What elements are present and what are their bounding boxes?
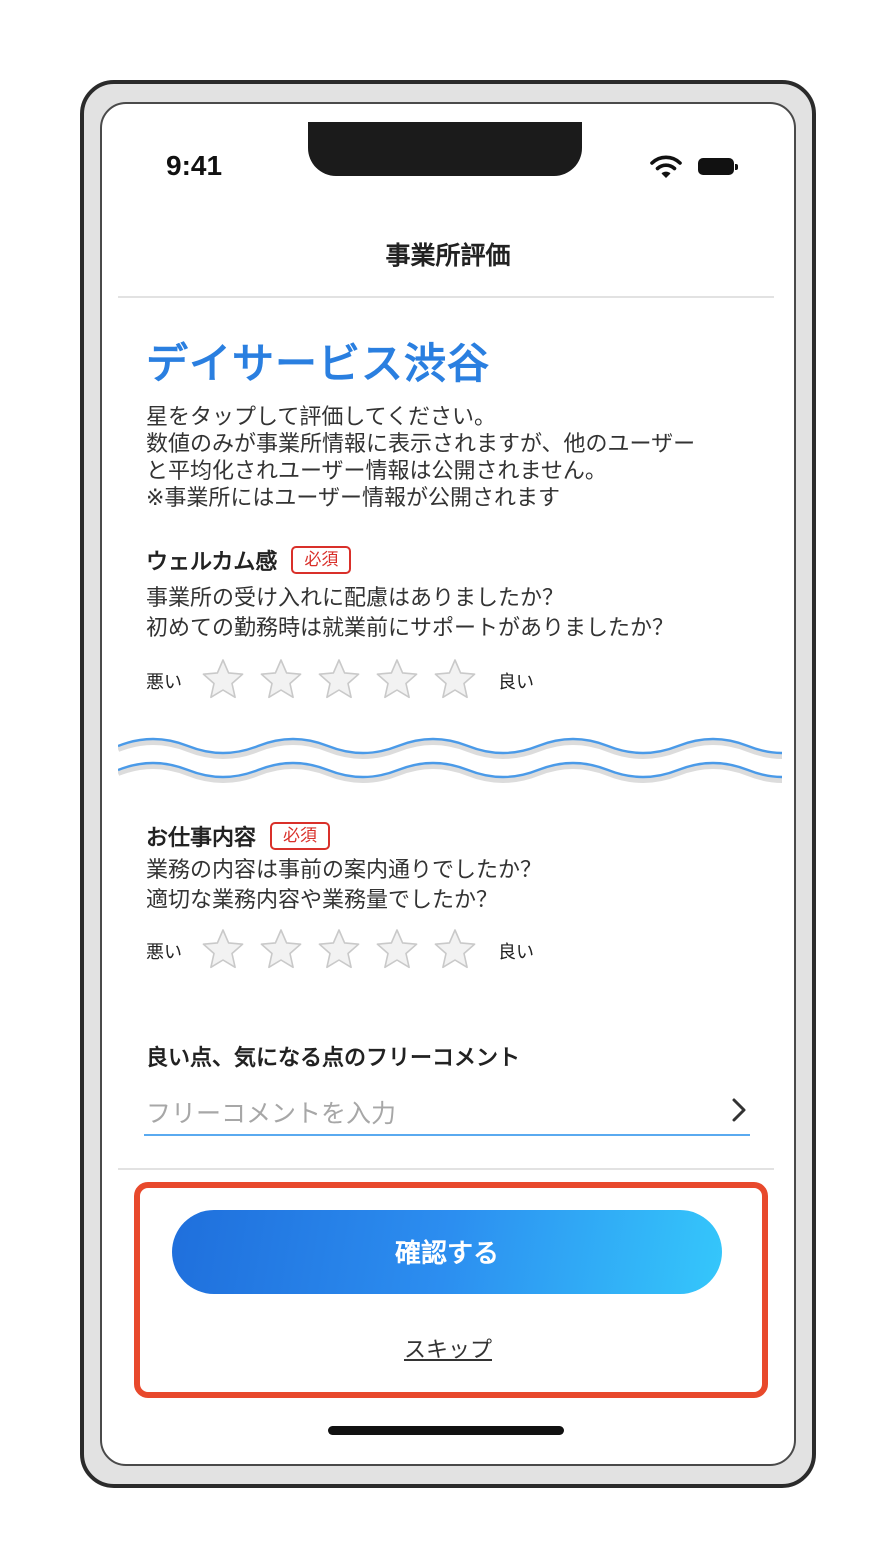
confirm-button[interactable]: 確認する — [172, 1210, 722, 1294]
facility-name: デイサービス渋谷 — [146, 339, 491, 388]
star-icon[interactable] — [432, 926, 478, 972]
star-icon[interactable] — [374, 926, 420, 972]
battery-icon — [698, 158, 738, 175]
chevron-right-icon[interactable] — [728, 1096, 750, 1124]
comment-title: 良い点、気になる点のフリーコメント — [146, 1046, 521, 1071]
star-icon[interactable] — [200, 656, 246, 702]
star-rating-work-content: 悪い 良い — [146, 926, 626, 976]
app-screen: 9:41 事業所評価 デイサービス渋谷 星をタップして評価してください。 数値の… — [100, 102, 796, 1466]
instruction-line: ※事業所にはユーザー情報が公開されます — [146, 486, 560, 511]
star-icon[interactable] — [374, 656, 420, 702]
section-title-label: お仕事内容 — [146, 826, 257, 851]
section-title-work-content: お仕事内容 必須 — [146, 820, 331, 852]
rating-high-label: 良い — [498, 672, 534, 693]
rating-low-label: 悪い — [146, 942, 182, 963]
instructions: 星をタップして評価してください。 数値のみが事業所情報に表示されますが、他のユー… — [146, 404, 756, 512]
star-icon[interactable] — [258, 926, 304, 972]
instruction-line: 星をタップして評価してください。 — [146, 405, 497, 430]
status-time: 9:41 — [166, 150, 223, 181]
star-icon[interactable] — [316, 926, 362, 972]
question-text: 事業所の受け入れに配慮はありましたか？ — [146, 586, 565, 611]
star-icon[interactable] — [316, 656, 362, 702]
section-title-label: ウェルカム感 — [146, 550, 278, 575]
question-text: 初めての勤務時は就業前にサポートがありましたか？ — [146, 616, 675, 641]
device-notch — [308, 122, 582, 176]
header-divider — [118, 296, 774, 298]
required-badge: 必須 — [270, 822, 331, 850]
skip-link-label[interactable]: スキップ — [404, 1338, 492, 1363]
star-rating-welcome: 悪い 良い — [146, 656, 626, 706]
home-indicator — [328, 1426, 564, 1435]
instruction-line: と平均化されユーザー情報は公開されません。 — [146, 459, 607, 484]
question-text: 適切な業務内容や業務量でしたか？ — [146, 888, 499, 913]
question-text: 業務の内容は事前の案内通りでしたか？ — [146, 858, 543, 883]
skip-link: スキップ — [102, 1332, 794, 1364]
omission-wave-divider — [118, 737, 782, 783]
instruction-line: 数値のみが事業所情報に表示されますが、他のユーザー — [146, 432, 696, 457]
rating-low-label: 悪い — [146, 672, 182, 693]
star-icon[interactable] — [432, 656, 478, 702]
page-title: 事業所評価 — [385, 241, 511, 270]
star-icon[interactable] — [200, 926, 246, 972]
required-badge: 必須 — [291, 546, 352, 574]
free-comment-field[interactable]: フリーコメントを入力 — [144, 1088, 750, 1136]
star-icon[interactable] — [258, 656, 304, 702]
section-title-welcome: ウェルカム感 必須 — [146, 544, 352, 576]
comment-placeholder: フリーコメントを入力 — [146, 1099, 397, 1128]
wifi-icon — [650, 155, 682, 178]
footer-divider — [118, 1168, 774, 1170]
rating-high-label: 良い — [498, 942, 534, 963]
